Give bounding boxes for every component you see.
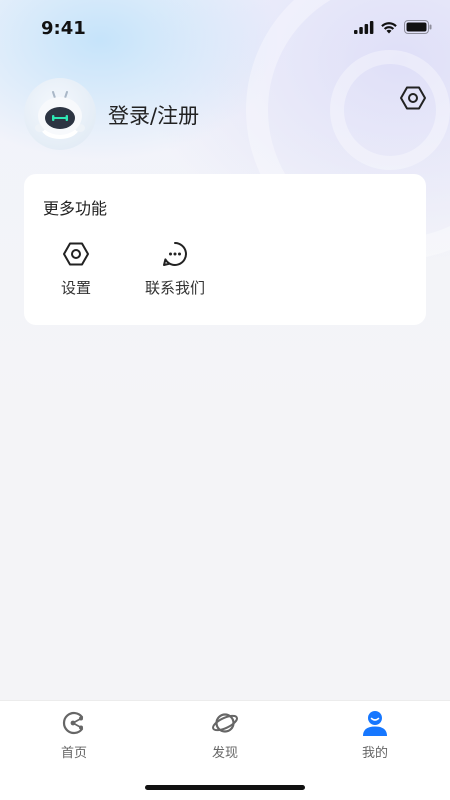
avatar[interactable] [24,78,96,150]
wifi-icon [381,21,397,33]
planet-icon [212,713,238,733]
settings-hexagon-icon [63,242,89,266]
home-indicator [145,785,305,790]
tab-home-label: 首页 [60,746,87,761]
tab-discover[interactable]: 发现 [185,709,265,761]
chat-bubble-icon [163,242,187,267]
tab-mine-label: 我的 [361,746,388,761]
tab-home[interactable]: 首页 [34,709,114,761]
settings-hexagon-icon [400,86,426,110]
user-icon [363,711,387,736]
login-register-link[interactable]: 登录/注册 [108,100,199,130]
function-settings-label: 设置 [60,279,91,297]
status-bar: 9:41 [0,0,450,58]
status-icons [354,20,432,34]
home-share-icon [62,711,84,735]
decorative-ring [330,50,450,170]
card-title: 更多功能 [43,199,108,218]
cellular-signal-icon [354,20,374,34]
status-time: 9:41 [41,18,86,39]
function-contact-us[interactable]: 联系我们 [125,240,225,298]
header-settings-button[interactable] [399,84,427,112]
tab-discover-label: 发现 [211,746,238,761]
more-functions-card: 更多功能 设置 联系我们 [24,174,426,325]
function-contact-us-label: 联系我们 [144,279,205,297]
tab-mine[interactable]: 我的 [335,709,415,761]
battery-icon [404,20,432,34]
robot-avatar-icon [35,91,85,139]
function-settings[interactable]: 设置 [26,240,126,298]
